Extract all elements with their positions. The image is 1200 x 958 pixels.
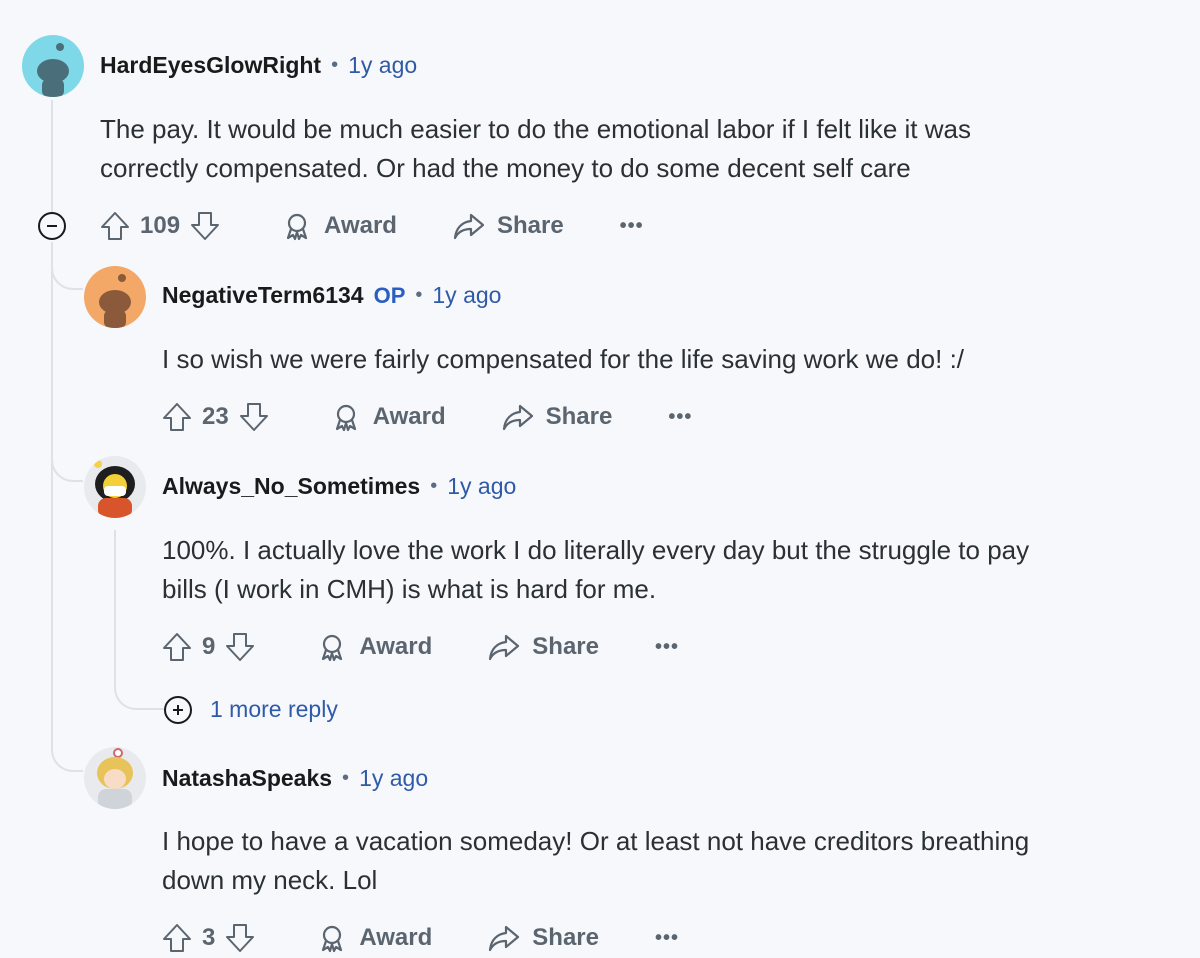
- award-label: Award: [324, 212, 397, 239]
- vote-group: 109: [100, 210, 220, 242]
- vote-count: 23: [202, 403, 229, 430]
- comment-line: down my neck. Lol: [162, 865, 378, 895]
- avatar[interactable]: [84, 456, 146, 518]
- award-icon: [322, 634, 343, 662]
- separator-dot: •: [342, 767, 350, 789]
- upvote-icon[interactable]: [162, 401, 192, 433]
- timestamp[interactable]: 1y ago: [348, 52, 417, 79]
- separator-dot: •: [415, 284, 423, 306]
- comment-body: 100%. I actually love the work I do lite…: [162, 531, 1029, 609]
- comment-body: I hope to have a vacation someday! Or at…: [162, 822, 1029, 900]
- share-label: Share: [532, 924, 599, 951]
- downvote-icon[interactable]: [225, 631, 255, 663]
- comment-actions: 3 Award Share •••: [162, 918, 679, 958]
- comment-line: I so wish we were fairly compensated for…: [162, 344, 965, 374]
- comment-meta: NatashaSpeaks • 1y ago: [162, 765, 428, 792]
- separator-dot: •: [331, 54, 339, 76]
- thread-line-main: [51, 100, 53, 212]
- more-options-button[interactable]: •••: [620, 215, 644, 238]
- comment-body: I so wish we were fairly compensated for…: [162, 340, 964, 379]
- timestamp[interactable]: 1y ago: [432, 282, 501, 309]
- award-button[interactable]: Award: [317, 923, 432, 953]
- comment-actions: 23 Award Share •••: [162, 397, 692, 437]
- share-label: Share: [496, 212, 564, 239]
- share-button[interactable]: Share: [488, 924, 599, 952]
- award-button[interactable]: Award: [331, 402, 446, 432]
- comment-line: bills (I work in CMH) is what is hard fo…: [162, 574, 657, 604]
- comment-line: I hope to have a vacation someday! Or at…: [162, 826, 1030, 856]
- comment-meta: NegativeTerm6134 OP • 1y ago: [162, 282, 501, 309]
- share-icon: [489, 925, 520, 952]
- comment-meta: Always_No_Sometimes • 1y ago: [162, 473, 516, 500]
- downvote-icon[interactable]: [239, 401, 269, 433]
- op-badge: OP: [373, 282, 406, 308]
- share-label: Share: [532, 633, 599, 660]
- downvote-icon[interactable]: [190, 210, 220, 242]
- separator-dot: •: [430, 475, 438, 497]
- downvote-icon[interactable]: [225, 922, 255, 954]
- comment-actions: 109 Award Share •••: [100, 206, 644, 246]
- comment-line: correctly compensated. Or had the money …: [100, 153, 911, 183]
- collapse-icon: [47, 225, 57, 227]
- award-icon: [335, 404, 356, 432]
- share-icon: [489, 634, 520, 661]
- share-icon: [453, 213, 485, 240]
- vote-count: 9: [202, 633, 216, 660]
- award-label: Award: [359, 633, 433, 660]
- thread-curve-more-reply: [114, 530, 164, 710]
- vote-count: 3: [202, 924, 216, 951]
- thread-line-main-lower: [51, 242, 53, 732]
- upvote-icon[interactable]: [162, 922, 192, 954]
- upvote-icon[interactable]: [100, 210, 130, 242]
- award-icon: [286, 213, 308, 241]
- share-label: Share: [545, 403, 613, 430]
- award-icon: [322, 925, 343, 953]
- expand-button[interactable]: [164, 696, 192, 724]
- username[interactable]: Always_No_Sometimes: [162, 473, 420, 500]
- award-label: Award: [372, 403, 446, 430]
- thread-curve-reply-1: [51, 242, 83, 290]
- collapse-button[interactable]: [38, 212, 66, 240]
- share-button[interactable]: Share: [502, 403, 613, 431]
- username[interactable]: HardEyesGlowRight: [100, 52, 321, 79]
- username[interactable]: NegativeTerm6134: [162, 282, 364, 309]
- comment-body: The pay. It would be much easier to do t…: [100, 110, 971, 188]
- more-options-button[interactable]: •••: [655, 927, 679, 950]
- comment-meta: HardEyesGlowRight • 1y ago: [100, 52, 417, 79]
- upvote-icon[interactable]: [162, 631, 192, 663]
- vote-group: 3: [162, 922, 255, 954]
- more-options-button[interactable]: •••: [655, 636, 679, 659]
- username[interactable]: NatashaSpeaks: [162, 765, 332, 792]
- avatar[interactable]: [84, 747, 146, 809]
- snoo-avatar-icon: [99, 274, 131, 328]
- anime-avatar-icon: [97, 748, 133, 809]
- vote-count: 109: [140, 212, 181, 239]
- award-button[interactable]: Award: [317, 632, 432, 662]
- avatar[interactable]: [84, 266, 146, 328]
- more-replies-link[interactable]: 1 more reply: [210, 696, 338, 723]
- award-label: Award: [359, 924, 433, 951]
- thread-curve-reply-3: [51, 720, 83, 772]
- timestamp[interactable]: 1y ago: [359, 765, 428, 792]
- comment-actions: 9 Award Share •••: [162, 627, 679, 667]
- anime-avatar-icon: [94, 460, 135, 518]
- share-button[interactable]: Share: [453, 212, 564, 240]
- thread-curve-reply-2: [51, 440, 83, 482]
- expand-icon: [173, 705, 183, 715]
- timestamp[interactable]: 1y ago: [447, 473, 516, 500]
- comment-line: The pay. It would be much easier to do t…: [100, 114, 971, 144]
- snoo-avatar-icon: [37, 43, 69, 97]
- share-button[interactable]: Share: [488, 633, 599, 661]
- vote-group: 23: [162, 401, 269, 433]
- avatar[interactable]: [22, 35, 84, 97]
- comment-line: 100%. I actually love the work I do lite…: [162, 535, 1030, 565]
- share-icon: [502, 404, 533, 431]
- vote-group: 9: [162, 631, 255, 663]
- more-options-button[interactable]: •••: [668, 406, 692, 429]
- award-button[interactable]: Award: [282, 211, 397, 241]
